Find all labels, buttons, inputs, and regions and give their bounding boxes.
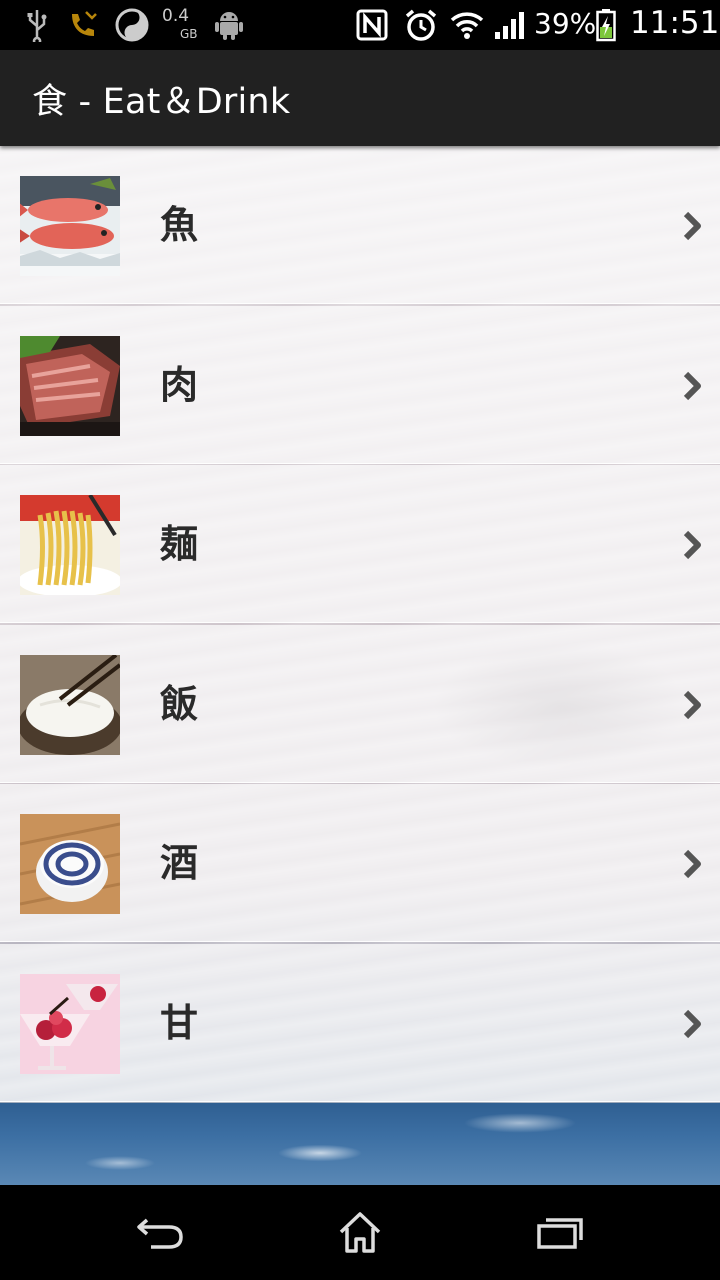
list-item-label: 甘 (160, 1000, 199, 1045)
list-item-label: 肉 (160, 362, 199, 407)
battery-percent: 39% (534, 7, 597, 40)
android-icon (212, 8, 246, 42)
page-title: 食 - Eat＆Drink (32, 81, 291, 122)
data-saver-icon (112, 8, 152, 42)
chevron-right-icon (683, 1009, 701, 1038)
recent-apps-icon[interactable] (530, 1207, 590, 1257)
chevron-right-icon (683, 211, 701, 241)
dessert-image (20, 973, 120, 1074)
back-icon[interactable] (130, 1207, 190, 1257)
list-item-rice[interactable]: 飯 (0, 624, 720, 783)
rice-image (20, 654, 120, 755)
fish-image (20, 176, 120, 276)
clock: 11:51 (630, 5, 720, 41)
chevron-right-icon (683, 690, 701, 719)
usb-icon (22, 8, 52, 42)
list-item-label: 飯 (160, 681, 199, 726)
list-item-fish[interactable]: 魚 (0, 146, 720, 304)
wifi-icon (448, 8, 486, 42)
navigation-bar (0, 1185, 720, 1280)
list-item-dessert[interactable]: 甘 (0, 943, 720, 1102)
action-bar: 食 - Eat＆Drink (0, 50, 720, 146)
battery-icon (594, 8, 618, 42)
home-icon[interactable] (330, 1207, 390, 1257)
data-usage-unit: GB (180, 27, 198, 41)
chevron-right-icon (683, 530, 701, 560)
background-image (0, 1103, 720, 1185)
list-item-noodles[interactable]: 麺 (0, 465, 720, 623)
list-item-label: 麺 (160, 522, 199, 566)
noodles-image (20, 495, 120, 595)
chevron-right-icon (683, 849, 701, 879)
list-item-label: 酒 (160, 841, 199, 885)
chevron-right-icon (683, 371, 701, 400)
status-bar: 0.4 GB 39% 11:51 (0, 0, 720, 50)
missed-call-icon (64, 8, 102, 42)
nfc-icon (354, 8, 390, 42)
list-item-label: 魚 (160, 203, 199, 247)
content-area: 魚 肉 麺 飯 酒 甘 (0, 146, 720, 1185)
sake-image (20, 814, 120, 914)
signal-icon (492, 8, 528, 42)
category-list: 魚 肉 麺 飯 酒 甘 (0, 146, 720, 1103)
meat-image (20, 335, 120, 436)
alarm-icon (402, 8, 440, 42)
list-item-sake[interactable]: 酒 (0, 784, 720, 942)
list-item-meat[interactable]: 肉 (0, 305, 720, 464)
data-usage-value: 0.4 (162, 6, 190, 26)
